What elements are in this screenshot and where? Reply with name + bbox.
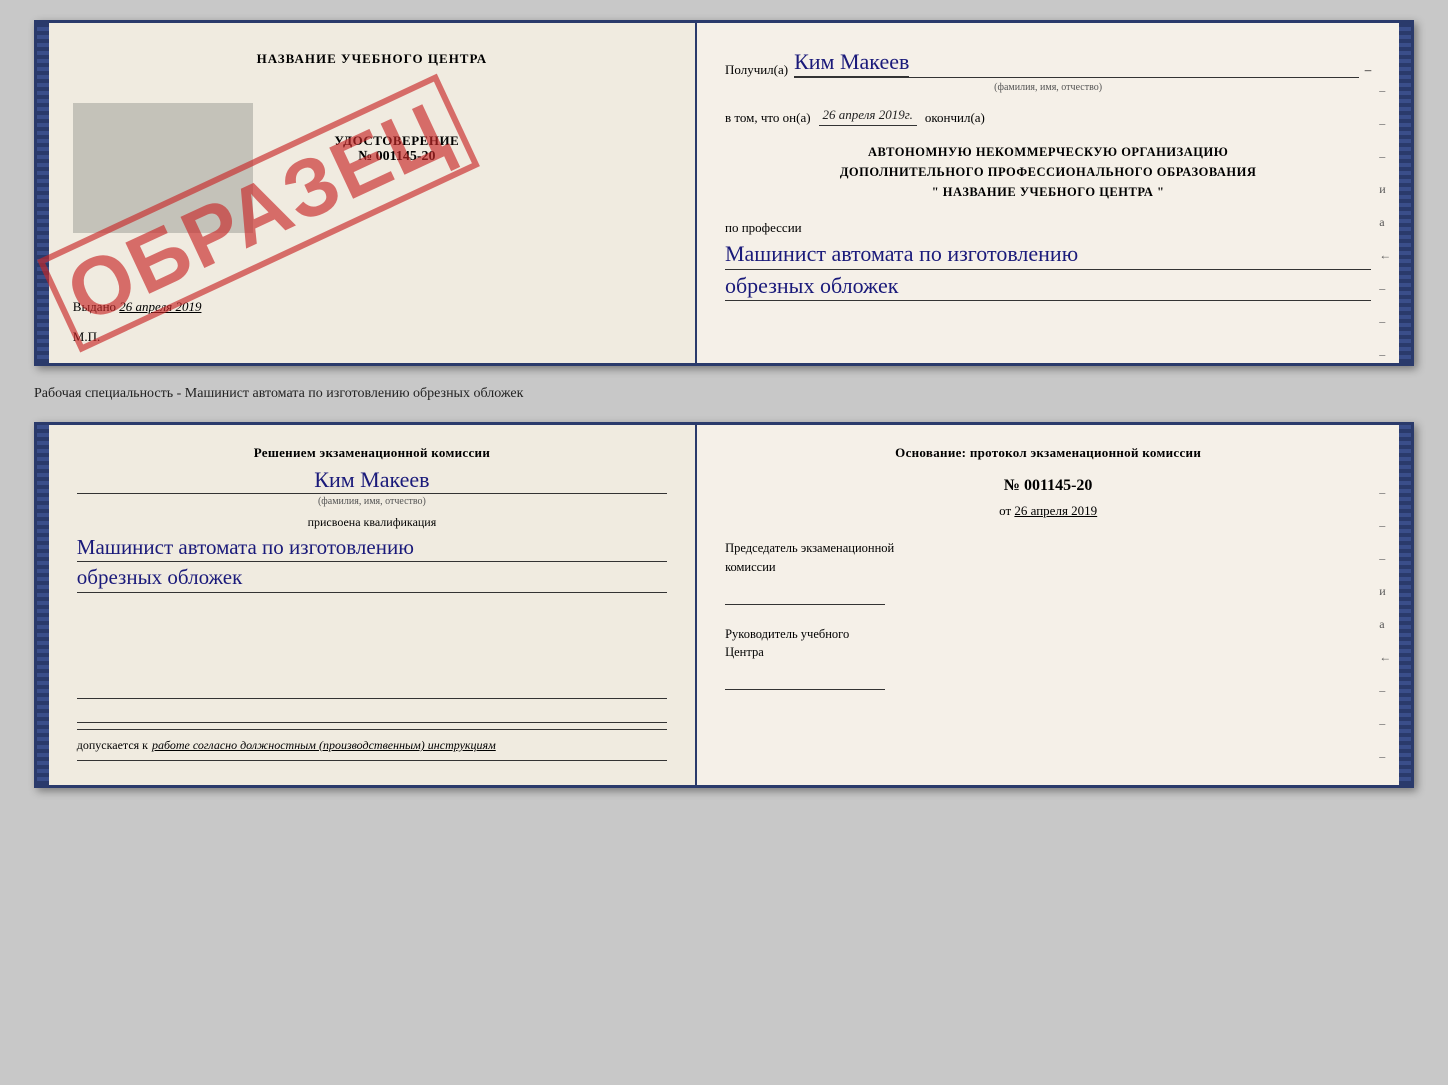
- b-dash-5: а: [1379, 617, 1391, 632]
- commission-name: Ким Макеев: [77, 467, 667, 493]
- dash-5: а: [1379, 215, 1391, 230]
- profession-line2-block: обрезных обложек: [725, 272, 1371, 302]
- training-center-title: НАЗВАНИЕ УЧЕБНОГО ЦЕНТРА: [257, 51, 488, 67]
- bottom-underlines: [77, 677, 667, 725]
- prisvoena-label: присвоена квалификация: [77, 515, 667, 530]
- profession-line2: обрезных обложек: [725, 272, 898, 301]
- dash-after-name: –: [1365, 62, 1372, 78]
- rukovoditel-sig-line: [725, 670, 885, 690]
- vydano-line: Выдано 26 апреля 2019: [73, 299, 671, 315]
- b-dash-1: –: [1379, 485, 1391, 500]
- kvalif-line1: Машинист автомата по изготовлению: [77, 534, 414, 561]
- chairman-line2: комиссии: [725, 558, 1371, 577]
- chairman-block: Председатель экзаменационной комиссии: [725, 539, 1371, 605]
- osnovanie-block: Основание: протокол экзаменационной коми…: [725, 445, 1371, 461]
- ot-date-value: 26 апреля 2019: [1014, 503, 1097, 518]
- fio-small: (фамилия, имя, отчество): [77, 496, 667, 507]
- b-dash-2: –: [1379, 518, 1391, 533]
- vydano-label: Выдано: [73, 299, 116, 314]
- kvalif-line2-block: обрезных обложек: [77, 564, 667, 592]
- chairman-line1: Председатель экзаменационной: [725, 539, 1371, 558]
- vtom-label: в том, что он(а): [725, 110, 811, 126]
- doc-spine-left: [37, 23, 49, 363]
- certificate-label: УДОСТОВЕРЕНИЕ: [334, 133, 459, 149]
- b-dash-4: и: [1379, 584, 1391, 599]
- vtom-date: 26 апреля 2019г.: [819, 107, 917, 126]
- dash-3: –: [1379, 149, 1391, 164]
- chairman-sig-line: [725, 585, 885, 605]
- dash-6: ←: [1379, 248, 1391, 263]
- kvalif-line1-block: Машинист автомата по изготовлению: [77, 534, 667, 562]
- kvalif-line2: обрезных обложек: [77, 564, 243, 591]
- po-professii-block: по профессии Машинист автомата по изгото…: [725, 220, 1371, 301]
- po-professii-label: по профессии: [725, 220, 1371, 236]
- bottom-doc-spine-left: [37, 425, 49, 785]
- profession-line1: Машинист автомата по изготовлению: [725, 240, 1078, 269]
- b-dash-6: ←: [1379, 650, 1391, 665]
- certificate-block: УДОСТОВЕРЕНИЕ № 001145-20: [334, 133, 459, 165]
- b-dash-3: –: [1379, 551, 1391, 566]
- uline-2: [77, 701, 667, 723]
- org-line1: АВТОНОМНУЮ НЕКОММЕРЧЕСКУЮ ОРГАНИЗАЦИЮ: [725, 142, 1371, 162]
- bottom-document: Решением экзаменационной комиссии Ким Ма…: [34, 422, 1414, 788]
- ot-date: от 26 апреля 2019: [725, 503, 1371, 519]
- bottom-doc-spine-right: [1399, 425, 1411, 785]
- dopuskaetsya-text: работе согласно должностным (производств…: [152, 738, 496, 752]
- dash-8: –: [1379, 314, 1391, 329]
- poluchil-line: Получил(а) Ким Макеев –: [725, 49, 1371, 78]
- fio-hint: (фамилия, имя, отчество): [725, 82, 1371, 93]
- right-dashes: – – – и а ← – – –: [1379, 83, 1391, 362]
- dash-7: –: [1379, 281, 1391, 296]
- top-doc-right: Получил(а) Ким Макеев – (фамилия, имя, о…: [697, 23, 1399, 363]
- middle-text: Рабочая специальность - Машинист автомат…: [34, 382, 1414, 406]
- protocol-num: № 001145-20: [725, 477, 1371, 495]
- dash-2: –: [1379, 116, 1391, 131]
- certificate-number: № 001145-20: [334, 149, 459, 165]
- rukovoditel-line2: Центра: [725, 643, 1371, 662]
- profession-line1-block: Машинист автомата по изготовлению: [725, 240, 1371, 270]
- poluchil-label: Получил(а): [725, 62, 788, 78]
- b-dash-7: –: [1379, 683, 1391, 698]
- b-dash-8: –: [1379, 716, 1391, 731]
- org-block: АВТОНОМНУЮ НЕКОММЕРЧЕСКУЮ ОРГАНИЗАЦИЮ ДО…: [725, 142, 1371, 202]
- mp-label: М.П.: [73, 329, 100, 345]
- dash-9: –: [1379, 347, 1391, 362]
- dash-4: и: [1379, 182, 1391, 197]
- dopuskaetsya-block: допускается к работе согласно должностны…: [77, 729, 667, 761]
- recipient-name: Ким Макеев: [794, 49, 909, 77]
- okonchil-label: окончил(а): [925, 110, 985, 126]
- org-line2: ДОПОЛНИТЕЛЬНОГО ПРОФЕССИОНАЛЬНОГО ОБРАЗО…: [725, 162, 1371, 182]
- dash-1: –: [1379, 83, 1391, 98]
- ot-prefix: от: [999, 503, 1011, 518]
- doc-spine-right: [1399, 23, 1411, 363]
- bottom-doc-right: Основание: протокол экзаменационной коми…: [697, 425, 1399, 785]
- bottom-doc-left: Решением экзаменационной комиссии Ким Ма…: [49, 425, 697, 785]
- rukovoditel-line1: Руководитель учебного: [725, 625, 1371, 644]
- top-doc-left: НАЗВАНИЕ УЧЕБНОГО ЦЕНТРА УДОСТОВЕРЕНИЕ №…: [49, 23, 697, 363]
- vydano-date: 26 апреля 2019: [119, 299, 201, 314]
- top-document: НАЗВАНИЕ УЧЕБНОГО ЦЕНТРА УДОСТОВЕРЕНИЕ №…: [34, 20, 1414, 366]
- uline-1: [77, 677, 667, 699]
- photo-placeholder: [73, 103, 253, 233]
- org-name: " НАЗВАНИЕ УЧЕБНОГО ЦЕНТРА ": [725, 182, 1371, 202]
- bottom-right-dashes: – – – и а ← – – –: [1379, 485, 1391, 764]
- dopuskaetsya-prefix: допускается к: [77, 738, 148, 752]
- resheniem-block: Решением экзаменационной комиссии: [77, 445, 667, 461]
- b-dash-9: –: [1379, 749, 1391, 764]
- rukovoditel-block: Руководитель учебного Центра: [725, 625, 1371, 691]
- vtom-line: в том, что он(а) 26 апреля 2019г. окончи…: [725, 107, 1371, 126]
